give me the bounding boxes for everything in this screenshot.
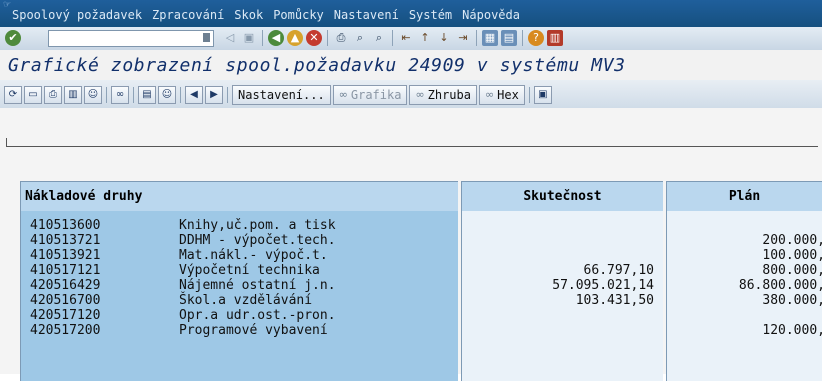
actual-column: Skutečnost 66.797,10 57.095.021,14 103.4… <box>461 181 663 381</box>
hex-button-label: Hex <box>497 88 519 102</box>
separator <box>522 30 523 46</box>
menu-system[interactable]: Systém <box>409 8 452 22</box>
separator <box>327 30 328 46</box>
menu-settings[interactable]: Nastavení <box>334 8 399 22</box>
menu-help[interactable]: Nápověda <box>462 8 520 22</box>
table-cell <box>462 218 664 233</box>
sap-logo-icon: ☞ <box>3 0 12 10</box>
glasses-icon: ∞ <box>415 88 425 101</box>
find-next-icon[interactable]: ⌕ <box>371 30 387 46</box>
application-toolbar: ⟳ ▭ ⎙ ▥ ☺ ∞ ▤ ☺ ◀ ▶ Nastavení... ∞ Grafik… <box>0 80 822 109</box>
table-cell <box>667 308 822 323</box>
table-cell: 103.431,50 <box>575 293 654 308</box>
cost-element-list: 410513600 Knihy,uč.pom. a tisk 410513721 D… <box>20 211 458 381</box>
command-field[interactable] <box>48 30 214 47</box>
cancel-icon[interactable]: ✕ <box>306 30 322 46</box>
help-icon[interactable]: ? <box>528 30 544 46</box>
previous-icon[interactable]: ◁ <box>222 30 238 46</box>
table-cell <box>462 248 664 263</box>
graphics-button[interactable]: ∞ Grafika <box>332 85 408 105</box>
plan-values: 200.000, 100.000, 800.000, 86.800.000, 3… <box>666 211 822 381</box>
next-arrow-icon[interactable]: ▶ <box>205 86 223 104</box>
raw-button-label: Zhruba <box>427 88 471 102</box>
plan-column: Plán 200.000, 100.000, 800.000, 86.800.0… <box>666 181 822 381</box>
print-direct-icon[interactable]: ⎙ <box>44 86 62 104</box>
graphics-button-label: Grafika <box>350 88 402 102</box>
table-cell: 57.095.021,14 <box>552 278 654 293</box>
column-header-plan: Plán <box>666 181 822 211</box>
menu-bar: ☞ Spoolový požadavek Zpracování Skok Pom… <box>0 0 822 27</box>
page-title: Grafické zobrazení spool.požadavku 24909… <box>8 55 626 76</box>
table-cell: 86.800.000, <box>738 278 822 293</box>
previous-page-icon[interactable]: ↑ <box>417 30 433 46</box>
column-header-cost-elements: Nákladové druhy <box>20 181 458 211</box>
spool-content: Nákladové druhy 410513600 Knihy,uč.pom. a… <box>0 108 822 381</box>
hex-button[interactable]: ∞ Hex <box>478 85 525 105</box>
command-dropdown-icon[interactable] <box>203 33 210 42</box>
table-cell <box>462 323 664 338</box>
separator <box>227 87 228 103</box>
separator <box>133 87 134 103</box>
table-cell: 200.000, <box>762 233 822 248</box>
title-bar: Grafické zobrazení spool.požadavku 24909… <box>0 50 822 80</box>
back-icon[interactable]: ◀ <box>268 30 284 46</box>
shortcut-icon[interactable]: ▤ <box>501 30 517 46</box>
user-icon[interactable]: ☺ <box>84 86 102 104</box>
standard-toolbar: ✔ ◁ ▣ ◀ ▲ ✕ ⎙ ⌕ ⌕ ⇤ ↑ ↓ ⇥ ▦ ▤ ? ▥ <box>0 27 822 51</box>
download-icon[interactable]: ▣ <box>533 86 552 104</box>
table-cell <box>667 218 822 233</box>
save-icon[interactable]: ▣ <box>241 30 257 46</box>
enter-check-icon[interactable]: ✔ <box>5 30 21 46</box>
create-session-icon[interactable]: ▦ <box>482 30 498 46</box>
separator <box>262 30 263 46</box>
separator <box>392 30 393 46</box>
last-page-icon[interactable]: ⇥ <box>455 30 471 46</box>
separator <box>106 87 107 103</box>
glasses-icon[interactable]: ∞ <box>111 86 129 104</box>
glasses-icon: ∞ <box>338 88 348 101</box>
user-settings-icon[interactable]: ☺ <box>158 86 176 104</box>
menu-processing[interactable]: Zpracování <box>152 8 224 22</box>
refresh-icon[interactable]: ⟳ <box>4 86 22 104</box>
exit-icon[interactable]: ▲ <box>287 30 303 46</box>
menu-spool-request[interactable]: Spoolový požadavek <box>12 8 142 22</box>
delete-icon[interactable]: ▥ <box>64 86 82 104</box>
raw-button[interactable]: ∞ Zhruba <box>409 85 477 105</box>
separator <box>180 87 181 103</box>
previous-arrow-icon[interactable]: ◀ <box>185 86 203 104</box>
table-cell <box>462 308 664 323</box>
first-page-icon[interactable]: ⇤ <box>398 30 414 46</box>
next-page-icon[interactable]: ↓ <box>436 30 452 46</box>
settings-button[interactable]: Nastavení... <box>232 85 331 105</box>
table-cell <box>462 233 664 248</box>
page-border <box>6 146 818 147</box>
separator <box>476 30 477 46</box>
cost-element-column: Nákladové druhy 410513600 Knihy,uč.pom. a… <box>20 181 458 381</box>
table-cell: 380.000, <box>762 293 822 308</box>
actual-values: 66.797,10 57.095.021,14 103.431,50 <box>461 211 663 381</box>
table-cell: 120.000, <box>762 323 822 338</box>
print-document-icon[interactable]: ▭ <box>24 86 42 104</box>
print-icon[interactable]: ⎙ <box>333 30 349 46</box>
glasses-icon: ∞ <box>484 88 495 101</box>
find-icon[interactable]: ⌕ <box>352 30 368 46</box>
column-header-actual: Skutečnost <box>461 181 663 211</box>
table-cell: 66.797,10 <box>583 263 654 278</box>
table-cell: 800.000, <box>762 263 822 278</box>
print-preview-icon[interactable]: ▤ <box>138 86 156 104</box>
layout-menu-icon[interactable]: ▥ <box>547 30 563 46</box>
separator <box>528 87 530 103</box>
menu-goto[interactable]: Skok <box>234 8 263 22</box>
table-cell: 100.000, <box>762 248 822 263</box>
menu-utilities[interactable]: Pomůcky <box>273 8 324 22</box>
